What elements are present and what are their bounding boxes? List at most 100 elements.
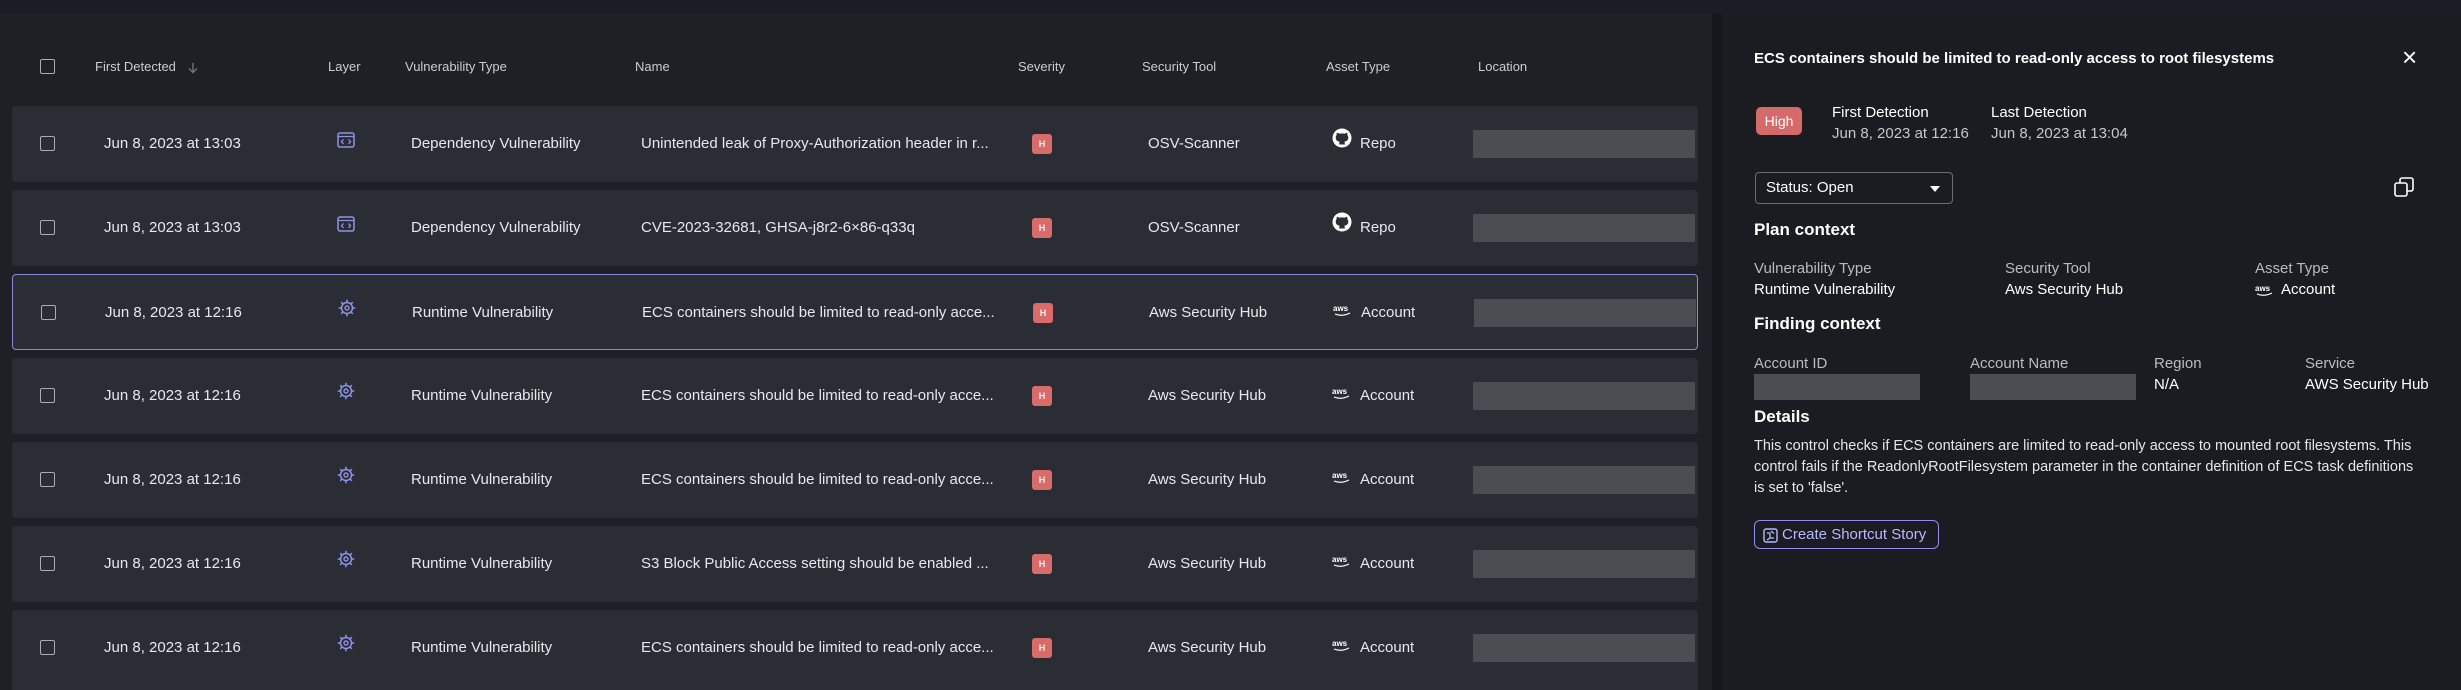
- table-row[interactable]: Jun 8, 2023 at 13:03 Dependency Vulnerabi…: [12, 190, 1698, 266]
- asset-type-value: Account: [2281, 281, 2336, 298]
- row-date: Jun 8, 2023 at 12:16: [104, 471, 241, 488]
- status-dropdown[interactable]: Status: Open: [1755, 172, 1953, 204]
- severity-badge: H: [1032, 470, 1052, 491]
- row-checkbox[interactable]: [40, 556, 55, 571]
- table-row[interactable]: Jun 8, 2023 at 12:16 Runtime Vulnerabilit…: [12, 442, 1698, 518]
- row-security-tool: Aws Security Hub: [1148, 639, 1267, 656]
- last-detection-label: Last Detection: [1991, 104, 2087, 121]
- row-severity: H: [1032, 190, 1052, 266]
- account-id-redacted: [1754, 374, 1920, 400]
- row-vulnerability-type: Dependency Vulnerability: [411, 219, 581, 236]
- create-shortcut-story-button[interactable]: Create Shortcut Story: [1754, 520, 1940, 549]
- row-location: [1473, 358, 1695, 434]
- header-severity[interactable]: Severity: [1018, 28, 1065, 106]
- row-checkbox[interactable]: [40, 472, 55, 487]
- row-severity: H: [1032, 526, 1052, 602]
- row-checkbox[interactable]: [40, 388, 55, 403]
- svg-text:aws: aws: [2255, 284, 2271, 293]
- gear-icon: [338, 275, 356, 351]
- row-checkbox[interactable]: [40, 136, 55, 151]
- header-security-tool[interactable]: Security Tool: [1142, 28, 1216, 106]
- aws-icon: aws: [1332, 610, 1352, 686]
- severity-badge: High: [1756, 107, 1802, 135]
- row-date: Jun 8, 2023 at 13:03: [104, 219, 241, 236]
- row-asset-type: aws Account: [1333, 275, 1415, 351]
- table-row[interactable]: Jun 8, 2023 at 12:16 Runtime Vulnerabilit…: [12, 274, 1698, 350]
- row-asset-type: aws Account: [1332, 610, 1414, 686]
- row-layer: [335, 275, 359, 351]
- aws-icon: aws: [1332, 358, 1352, 434]
- last-detection-value: Jun 8, 2023 at 13:04: [1991, 125, 2128, 142]
- row-vulnerability-type: Runtime Vulnerability: [411, 471, 553, 488]
- table-row[interactable]: Jun 8, 2023 at 12:16 Runtime Vulnerabilit…: [12, 358, 1698, 434]
- vulnerability-type-label: Vulnerability Type: [1754, 260, 1872, 277]
- create-shortcut-story-label: Create Shortcut Story: [1782, 526, 1927, 543]
- row-vulnerability-type: Runtime Vulnerability: [411, 555, 553, 572]
- row-asset-label: Account: [1360, 387, 1415, 404]
- header-layer[interactable]: Layer: [328, 28, 361, 106]
- row-asset-label: Repo: [1360, 135, 1396, 152]
- code-icon: [337, 106, 355, 182]
- row-security-tool: Aws Security Hub: [1148, 387, 1267, 404]
- row-layer: [334, 442, 358, 518]
- aws-icon: aws: [2255, 284, 2273, 296]
- table-row[interactable]: Jun 8, 2023 at 13:03 Dependency Vulnerabi…: [12, 106, 1698, 182]
- severity-badge: H: [1032, 134, 1052, 155]
- vulnerability-type-value: Runtime Vulnerability: [1754, 281, 1896, 298]
- gear-icon: [337, 442, 355, 518]
- details-title: Details: [1754, 407, 1810, 426]
- row-asset-type: Repo: [1332, 190, 1396, 266]
- header-name[interactable]: Name: [635, 28, 670, 106]
- status-dropdown-value: Status: Open: [1766, 179, 1854, 196]
- location-redacted: [1473, 550, 1695, 579]
- table-row[interactable]: Jun 8, 2023 at 12:16 Runtime Vulnerabilit…: [12, 610, 1698, 686]
- row-asset-label: Repo: [1360, 219, 1396, 236]
- sort-arrow-down-icon[interactable]: [186, 61, 200, 75]
- row-name: CVE-2023-32681, GHSA-j8r2-6×86-q33q: [641, 219, 915, 236]
- row-severity: H: [1033, 275, 1053, 351]
- location-redacted: [1474, 299, 1696, 328]
- header-vulnerability-type[interactable]: Vulnerability Type: [405, 28, 507, 106]
- header-first-detected[interactable]: First Detected: [95, 28, 200, 106]
- header-location[interactable]: Location: [1478, 28, 1527, 106]
- location-redacted: [1473, 214, 1695, 243]
- security-tool-label: Security Tool: [2005, 260, 2091, 277]
- panel-title: ECS containers should be limited to read…: [1754, 50, 2275, 67]
- table-row-partial[interactable]: [12, 680, 1698, 690]
- gear-icon: [337, 610, 355, 686]
- select-all-checkbox[interactable]: [40, 59, 55, 74]
- svg-text:aws: aws: [1332, 471, 1348, 480]
- row-name: ECS containers should be limited to read…: [642, 304, 995, 321]
- plan-context-title: Plan context: [1754, 220, 1856, 239]
- security-tool-value: Aws Security Hub: [2005, 281, 2124, 298]
- row-checkbox[interactable]: [40, 220, 55, 235]
- service-label: Service: [2305, 355, 2356, 372]
- details-text: This control checks if ECS containers ar…: [1754, 438, 2414, 496]
- severity-badge: H: [1033, 303, 1053, 324]
- row-asset-type: aws Account: [1332, 358, 1414, 434]
- finding-context-title: Finding context: [1754, 314, 1881, 333]
- table-row[interactable]: Jun 8, 2023 at 12:16 Runtime Vulnerabilit…: [12, 526, 1698, 602]
- header-asset-type[interactable]: Asset Type: [1326, 28, 1390, 106]
- shortcut-icon: [1763, 527, 1778, 543]
- row-date: Jun 8, 2023 at 12:16: [105, 304, 242, 321]
- table-header: First Detected Layer Vulnerability Type …: [12, 28, 1698, 106]
- close-icon[interactable]: ×: [2402, 44, 2417, 70]
- row-vulnerability-type: Runtime Vulnerability: [412, 304, 554, 321]
- row-asset-type: Repo: [1332, 106, 1396, 182]
- row-date: Jun 8, 2023 at 13:03: [104, 135, 241, 152]
- row-security-tool: OSV-Scanner: [1148, 219, 1240, 236]
- caret-down-icon: [1930, 186, 1940, 192]
- row-severity: H: [1032, 442, 1052, 518]
- row-checkbox[interactable]: [41, 305, 56, 320]
- top-bar: [0, 0, 2461, 14]
- first-detection-value: Jun 8, 2023 at 12:16: [1832, 125, 1969, 142]
- row-severity: H: [1032, 358, 1052, 434]
- row-asset-type: aws Account: [1332, 526, 1414, 602]
- copy-icon[interactable]: [2393, 176, 2415, 198]
- svg-text:aws: aws: [1332, 387, 1348, 396]
- row-date: Jun 8, 2023 at 12:16: [104, 387, 241, 404]
- row-security-tool: Aws Security Hub: [1148, 555, 1267, 572]
- row-checkbox[interactable]: [40, 640, 55, 655]
- row-layer: [334, 526, 358, 602]
